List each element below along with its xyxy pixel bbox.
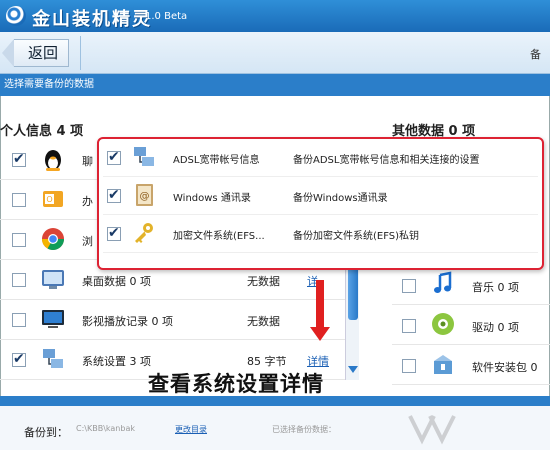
row-name: 音乐 0 项	[472, 281, 519, 294]
item-description: 备份Windows通讯录	[293, 193, 388, 204]
back-button[interactable]: 返回	[0, 38, 70, 68]
row-size: 无数据	[247, 315, 280, 328]
backup-path: C:\KBB\kanbak	[76, 424, 135, 433]
list-item[interactable]: 影视播放记录 0 项 无数据	[0, 300, 345, 340]
item-name: Windows 通讯录	[173, 193, 251, 204]
row-checkbox[interactable]	[12, 273, 26, 287]
personal-info-header: 个人信息 4 项	[0, 124, 84, 139]
row-checkbox[interactable]	[12, 193, 26, 207]
network-settings-icon	[43, 349, 63, 368]
chrome-icon	[42, 228, 64, 250]
back-arrow-icon	[2, 39, 14, 67]
list-item[interactable]: 音乐 0 项	[392, 265, 550, 305]
row-name: 软件安装包 0	[472, 361, 538, 374]
network-icon	[134, 147, 154, 166]
scroll-down-icon[interactable]	[348, 366, 358, 373]
toolbar: 返回 备	[0, 32, 550, 74]
row-name: 聊	[82, 155, 93, 168]
row-name: 影视播放记录 0 项	[82, 315, 173, 328]
watermark-logo-icon	[408, 415, 456, 445]
change-directory-link[interactable]: 更改目录	[175, 424, 207, 435]
svg-text:O: O	[46, 195, 52, 204]
item-description: 备份加密文件系统(EFS)私钥	[293, 231, 420, 242]
list-item[interactable]: @ Windows 通讯录 备份Windows通讯录	[103, 177, 538, 215]
list-item[interactable]: ADSL宽带帐号信息 备份ADSL宽带帐号信息和相关连接的设置	[103, 139, 538, 177]
item-name: ADSL宽带帐号信息	[173, 155, 260, 166]
row-checkbox[interactable]	[12, 351, 26, 367]
music-note-icon	[434, 271, 452, 293]
selected-data-info: 已选择备份数据：	[272, 425, 336, 434]
row-checkbox[interactable]	[107, 149, 121, 165]
qq-penguin-icon	[45, 150, 61, 171]
row-size: 85 字节	[247, 355, 287, 368]
row-name: 桌面数据 0 项	[82, 275, 151, 288]
item-name: 加密文件系统(EFS...	[173, 231, 265, 242]
list-item[interactable]: 软件安装包 0	[392, 345, 550, 385]
row-checkbox[interactable]	[12, 313, 26, 327]
footer-band	[0, 396, 550, 406]
list-item[interactable]: 加密文件系统(EFS... 备份加密文件系统(EFS)私钥	[103, 215, 538, 253]
annotation-arrow-shaft	[316, 280, 324, 330]
row-checkbox[interactable]	[402, 319, 416, 333]
toolbar-right-text: 备	[530, 48, 541, 61]
row-checkbox[interactable]	[107, 187, 121, 203]
list-item[interactable]: 驱动 0 项	[392, 305, 550, 345]
instruction-bar: 选择需要备份的数据	[0, 74, 550, 96]
desktop-icon	[42, 270, 64, 289]
app-logo-icon	[6, 6, 26, 26]
annotation-arrow-icon	[310, 327, 330, 341]
app-title: 金山装机精灵	[32, 9, 152, 30]
row-checkbox[interactable]	[12, 233, 26, 247]
row-checkbox[interactable]	[402, 359, 416, 373]
system-settings-detail-popup: ADSL宽带帐号信息 备份ADSL宽带帐号信息和相关连接的设置 @ Window…	[97, 137, 544, 270]
back-button-label: 返回	[14, 39, 70, 67]
row-name: 办	[82, 195, 93, 208]
address-book-icon: @	[136, 184, 153, 206]
row-checkbox[interactable]	[402, 279, 416, 293]
annotation-caption: 查看系统设置详情	[148, 372, 324, 396]
row-name: 驱动 0 项	[472, 321, 519, 334]
monitor-icon	[42, 310, 64, 328]
row-detail-link[interactable]: 详情	[307, 353, 329, 369]
row-name: 系统设置 3 项	[82, 355, 151, 368]
svg-text:@: @	[140, 191, 150, 202]
row-checkbox[interactable]	[107, 225, 121, 241]
outlook-icon: O	[43, 191, 63, 207]
backup-to-label: 备份到：	[24, 426, 68, 439]
item-description: 备份ADSL宽带帐号信息和相关连接的设置	[293, 155, 480, 166]
app-version: 1.0 Beta	[145, 11, 188, 22]
key-icon	[135, 223, 153, 243]
installer-box-icon	[434, 355, 452, 374]
other-data-list: 音乐 0 项 驱动 0 项 软件安装包 0	[392, 265, 550, 385]
toolbar-divider	[80, 36, 81, 70]
row-name: 浏	[82, 235, 93, 248]
row-checkbox[interactable]	[12, 151, 26, 167]
row-size: 无数据	[247, 275, 280, 288]
title-bar: 金山装机精灵 1.0 Beta	[0, 0, 550, 32]
driver-gear-icon	[432, 313, 454, 335]
